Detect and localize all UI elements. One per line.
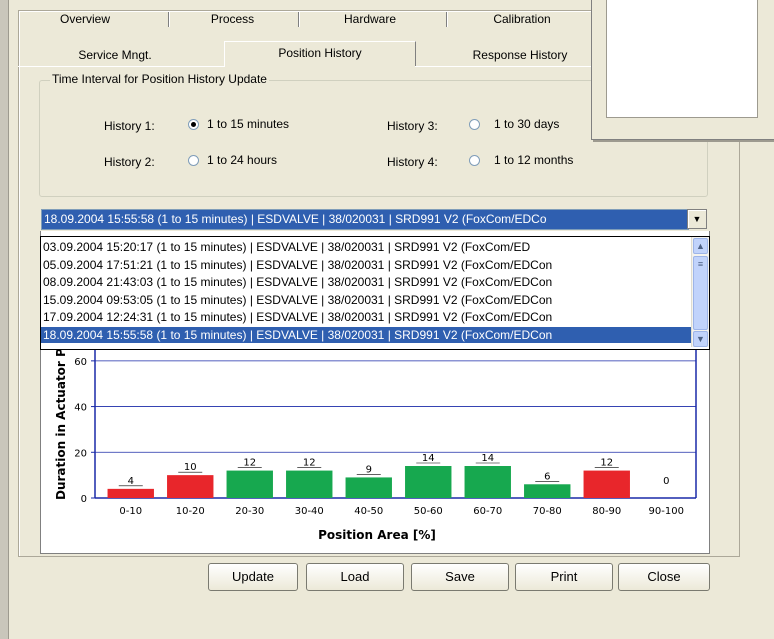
history-2-value[interactable]: 1 to 24 hours <box>207 153 277 167</box>
bar-value-label: 0 <box>663 476 669 487</box>
history-3-radio[interactable] <box>469 119 480 130</box>
overlapping-window-content <box>606 0 758 118</box>
record-option[interactable]: 08.09.2004 21:43:03 (1 to 15 minutes) | … <box>43 274 689 290</box>
x-tick-label: 80-90 <box>592 506 621 517</box>
x-tick-label: 60-70 <box>473 506 502 517</box>
chart-bar <box>583 470 630 498</box>
window-left-edge <box>0 0 9 639</box>
chart-bar <box>167 475 214 498</box>
tab-service-mngt[interactable]: Service Mngt. <box>40 46 190 64</box>
history-3-label: History 3: <box>387 119 438 133</box>
record-option[interactable]: 17.09.2004 12:24:31 (1 to 15 minutes) | … <box>43 309 689 325</box>
chart-bar <box>286 470 333 498</box>
scroll-up-icon[interactable]: ▲ <box>693 238 708 254</box>
history-1-radio[interactable] <box>188 119 199 130</box>
update-button[interactable]: Update <box>208 563 298 591</box>
record-option[interactable]: 03.09.2004 15:20:17 (1 to 15 minutes) | … <box>43 239 689 255</box>
bar-value-label: 4 <box>128 476 134 487</box>
x-tick-label: 0-10 <box>119 506 142 517</box>
record-option[interactable]: 18.09.2004 15:55:58 (1 to 15 minutes) | … <box>41 326 691 343</box>
x-tick-label: 50-60 <box>414 506 443 517</box>
history-4-label: History 4: <box>387 155 438 169</box>
tab-response-history[interactable]: Response History <box>420 46 620 64</box>
y-tick-label: 20 <box>74 448 87 459</box>
chart-bar <box>464 466 511 498</box>
history-3-value[interactable]: 1 to 30 days <box>494 117 559 131</box>
print-button[interactable]: Print <box>515 563 613 591</box>
y-tick-label: 40 <box>74 403 87 414</box>
history-2-radio[interactable] <box>188 155 199 166</box>
bar-value-label: 12 <box>600 458 613 469</box>
tab-position-history-active[interactable]: Position History <box>224 41 416 67</box>
load-button[interactable]: Load <box>306 563 404 591</box>
chart-bar <box>345 477 392 498</box>
record-option[interactable]: 15.09.2004 09:53:05 (1 to 15 minutes) | … <box>43 292 689 308</box>
chart-bar <box>226 470 273 498</box>
close-button[interactable]: Close <box>618 563 710 591</box>
chart-y-axis-label: Duration in Actuator P <box>54 350 68 500</box>
history-2-label: History 2: <box>104 155 155 169</box>
history-1-value[interactable]: 1 to 15 minutes <box>207 117 289 131</box>
chart-bar <box>405 466 452 498</box>
x-tick-label: 70-80 <box>533 506 562 517</box>
bar-value-label: 12 <box>243 458 256 469</box>
history-4-value[interactable]: 1 to 12 months <box>494 153 573 167</box>
tab-separator <box>446 12 448 27</box>
chart-bar <box>107 488 154 498</box>
bar-value-label: 14 <box>481 453 494 464</box>
position-history-chart: 0 20 40 60 4 10 12 12 9 14 14 6 12 0 0-10 10-20 20-30 3… <box>54 350 697 542</box>
bar-value-label: 12 <box>303 458 316 469</box>
time-interval-group-title: Time Interval for Position History Updat… <box>50 72 269 86</box>
bar-value-label: 6 <box>544 471 550 482</box>
x-tick-label: 90-100 <box>649 506 684 517</box>
tab-strip-line <box>18 66 224 67</box>
record-select-dropdown-button[interactable]: ▼ <box>687 209 707 229</box>
y-tick-label: 0 <box>81 494 87 505</box>
overlapping-window[interactable] <box>591 0 774 140</box>
chart-x-axis-label: Position Area [%] <box>318 528 436 542</box>
tab-separator <box>298 12 300 27</box>
tab-process[interactable]: Process <box>175 10 290 28</box>
scroll-thumb[interactable]: ≡ <box>693 256 708 330</box>
x-tick-label: 40-50 <box>354 506 383 517</box>
record-dropdown-list: 03.09.2004 15:20:17 (1 to 15 minutes) | … <box>40 236 710 350</box>
tab-position-history-label: Position History <box>278 46 362 60</box>
x-tick-label: 10-20 <box>176 506 205 517</box>
tab-hardware[interactable]: Hardware <box>305 10 435 28</box>
y-tick-label: 60 <box>74 357 87 368</box>
history-4-radio[interactable] <box>469 155 480 166</box>
x-tick-label: 20-30 <box>235 506 264 517</box>
bar-value-label: 9 <box>366 464 372 475</box>
record-select[interactable]: 18.09.2004 15:55:58 (1 to 15 minutes) | … <box>41 209 689 230</box>
save-button[interactable]: Save <box>411 563 509 591</box>
tab-calibration[interactable]: Calibration <box>452 10 592 28</box>
bar-value-label: 10 <box>184 462 197 473</box>
tab-separator <box>168 12 170 27</box>
chart-bar <box>524 484 571 498</box>
bar-value-label: 14 <box>422 453 435 464</box>
scroll-down-icon[interactable]: ▼ <box>693 331 708 347</box>
history-1-label: History 1: <box>104 119 155 133</box>
dropdown-scrollbar[interactable]: ▲ ≡ ▼ <box>691 237 709 347</box>
record-select-value: 18.09.2004 15:55:58 (1 to 15 minutes) | … <box>44 212 547 226</box>
tab-overview[interactable]: Overview <box>30 10 140 28</box>
record-option[interactable]: 05.09.2004 17:51:21 (1 to 15 minutes) | … <box>43 257 689 273</box>
x-tick-label: 30-40 <box>295 506 324 517</box>
